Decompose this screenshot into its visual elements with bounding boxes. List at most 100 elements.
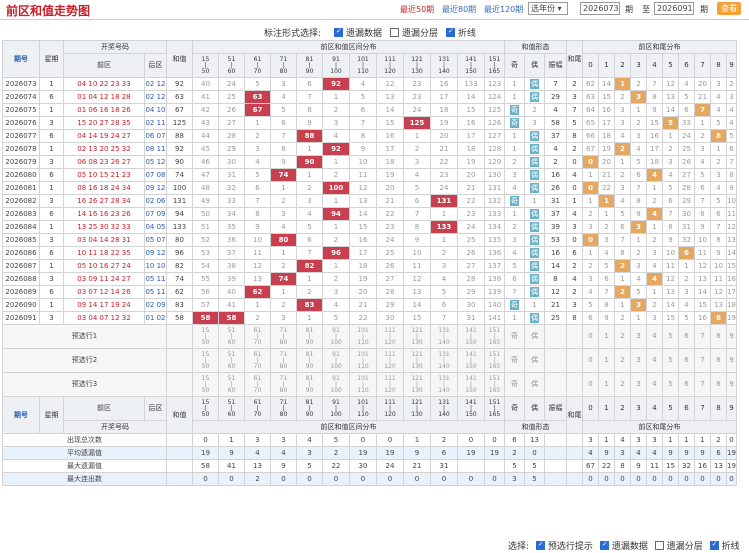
preview-tail-option[interactable]: 5: [662, 348, 679, 373]
preview-tail-option[interactable]: 4: [646, 372, 663, 397]
preview-tail-option[interactable]: 9: [726, 348, 737, 373]
preview-range-cell[interactable]: 121 | 130: [403, 372, 431, 397]
preview-tail-option[interactable]: 8: [710, 348, 727, 373]
preview-range-cell[interactable]: 121 | 130: [403, 348, 431, 373]
option-missing-data[interactable]: 遗漏数据: [334, 26, 382, 39]
preview-range-cell[interactable]: 131 | 140: [430, 372, 458, 397]
table-row[interactable]: 2026091 3 03 04 07 12 32 01 02 58 58 58 2 3 1 5 22 3…: [2, 311, 737, 325]
preview-range-cell[interactable]: 141 | 150: [457, 324, 485, 349]
preview-range-cell[interactable]: 131 | 140: [430, 324, 458, 349]
to-period-input[interactable]: 2026091: [654, 2, 694, 15]
preview-range-cell[interactable]: 51 | 60: [218, 372, 245, 397]
footer-option-line[interactable]: 折线: [709, 540, 740, 552]
table-row[interactable]: 2026082 3 16 26 27 28 34 02 06 131 49 33 7 2 3 1 13…: [2, 194, 737, 208]
preview-tail-option[interactable]: 6: [678, 348, 695, 373]
table-row[interactable]: 2026077 6 04 14 19 24 27 06 07 88 44 28 2 7 88 4 8 1…: [2, 129, 737, 143]
preview-tail-option[interactable]: 4: [646, 324, 663, 349]
footer-option-missing-data[interactable]: 遗漏数据: [599, 540, 648, 552]
preview-row[interactable]: 预选行2 15 | 50 51 | 60 61 | 70 71 | 80 81 | 90 91 | 100 101 | 1…: [2, 348, 737, 373]
preview-range-cell[interactable]: 111 | 120: [376, 348, 404, 373]
preview-tail-option[interactable]: 3: [630, 348, 647, 373]
table-row[interactable]: 2026078 1 02 13 20 25 32 08 11 92 45 29 3 8 1 92 9 1…: [2, 142, 737, 156]
preview-tail-option[interactable]: 6: [678, 324, 695, 349]
table-row[interactable]: 2026074 6 01 04 12 18 28 02 12 63 41 25 63 4 7 1 5 1…: [2, 90, 737, 104]
preview-range-cell[interactable]: 101 | 110: [349, 372, 377, 397]
checkbox-icon[interactable]: [599, 540, 609, 550]
preview-range-cell[interactable]: 51 | 60: [218, 324, 245, 349]
preview-tail-option[interactable]: 0: [582, 348, 599, 373]
preview-range-cell[interactable]: 151 | 165: [484, 348, 505, 373]
footer-option-preview[interactable]: 预选行提示: [535, 540, 593, 552]
preview-tail-option[interactable]: 2: [614, 372, 631, 397]
preview-tail-option[interactable]: 9: [726, 324, 737, 349]
preview-tail-option[interactable]: 5: [662, 372, 679, 397]
preview-range-cell[interactable]: 91 | 100: [322, 324, 350, 349]
table-row[interactable]: 2026089 6 03 07 12 14 26 05 11 62 56 40 62 1 2 3 20…: [2, 285, 737, 299]
preview-range-cell[interactable]: 61 | 70: [244, 372, 271, 397]
preview-tail-option[interactable]: 5: [662, 324, 679, 349]
preview-tail-option[interactable]: 1: [598, 324, 615, 349]
preview-range-cell[interactable]: 71 | 80: [270, 324, 297, 349]
query-button[interactable]: 查看: [717, 2, 741, 15]
year-select[interactable]: 选年份 ▾: [528, 2, 568, 15]
checkbox-icon[interactable]: [390, 28, 399, 37]
preview-range-cell[interactable]: 131 | 140: [430, 348, 458, 373]
preview-tail-option[interactable]: 0: [582, 372, 599, 397]
table-row[interactable]: 2026086 6 10 11 18 22 35 09 12 96 53 37 11 1 7 96 1…: [2, 246, 737, 260]
table-row[interactable]: 2026090 1 09 14 17 19 24 02 09 83 57 41 1 2 83 4 21…: [2, 298, 737, 312]
preview-tail-option[interactable]: 0: [582, 324, 599, 349]
preview-range-cell[interactable]: 111 | 120: [376, 324, 404, 349]
preview-even-cell[interactable]: 偶: [524, 372, 545, 397]
from-period-input[interactable]: 2026073: [580, 2, 620, 15]
preview-odd-cell[interactable]: 奇: [504, 372, 525, 397]
preview-even-cell[interactable]: 偶: [524, 324, 545, 349]
preview-range-cell[interactable]: 15 | 50: [192, 372, 219, 397]
preview-tail-option[interactable]: 2: [614, 324, 631, 349]
preview-even-cell[interactable]: 偶: [524, 348, 545, 373]
preview-range-cell[interactable]: 151 | 165: [484, 372, 505, 397]
preview-tail-option[interactable]: 2: [614, 348, 631, 373]
preview-tail-option[interactable]: 3: [630, 324, 647, 349]
table-row[interactable]: 2026076 3 15 20 27 28 35 02 11 125 43 27 1 6 9 3 7 1…: [2, 116, 737, 130]
checkbox-icon[interactable]: [654, 541, 664, 550]
preview-range-cell[interactable]: 121 | 130: [403, 324, 431, 349]
table-row[interactable]: 2026073 1 04 10 22 23 33 02 12 92 40 24 5 3 6 92 4 1…: [2, 77, 737, 91]
preview-range-cell[interactable]: 141 | 150: [457, 372, 485, 397]
preview-tail-option[interactable]: 6: [678, 372, 695, 397]
preview-tail-option[interactable]: 8: [710, 324, 727, 349]
preview-range-cell[interactable]: 81 | 90: [296, 324, 323, 349]
table-row[interactable]: 2026075 1 01 06 16 18 26 04 10 67 42 26 67 5 8 2 6 1…: [2, 103, 737, 117]
preview-range-cell[interactable]: 101 | 110: [349, 348, 377, 373]
preview-row[interactable]: 预选行3 15 | 50 51 | 60 61 | 70 71 | 80 81 | 90 91 | 100 101 | 1…: [2, 372, 737, 397]
preview-range-cell[interactable]: 111 | 120: [376, 372, 404, 397]
preview-range-cell[interactable]: 61 | 70: [244, 348, 271, 373]
table-row[interactable]: 2026085 3 03 04 14 28 31 05 07 80 52 36 10 80 6 2 1…: [2, 233, 737, 247]
preview-tail-option[interactable]: 4: [646, 348, 663, 373]
preview-range-cell[interactable]: 81 | 90: [296, 348, 323, 373]
footer-option-missing-layer[interactable]: 遗漏分层: [654, 541, 703, 552]
preview-range-cell[interactable]: 61 | 70: [244, 324, 271, 349]
preview-tail-option[interactable]: 8: [710, 372, 727, 397]
preview-range-cell[interactable]: 101 | 110: [349, 324, 377, 349]
recent-120-link[interactable]: 最近120期: [484, 4, 523, 15]
recent-50-link[interactable]: 最近50期: [400, 4, 434, 15]
table-row[interactable]: 2026081 1 08 16 18 24 34 09 12 100 48 32 6 1 2 100…: [2, 181, 737, 195]
preview-tail-option[interactable]: 9: [726, 372, 737, 397]
preview-range-cell[interactable]: 91 | 100: [322, 372, 350, 397]
preview-range-cell[interactable]: 51 | 60: [218, 348, 245, 373]
preview-odd-cell[interactable]: 奇: [504, 348, 525, 373]
preview-range-cell[interactable]: 71 | 80: [270, 348, 297, 373]
preview-range-cell[interactable]: 91 | 100: [322, 348, 350, 373]
preview-odd-cell[interactable]: 奇: [504, 324, 525, 349]
checkbox-icon[interactable]: [709, 540, 719, 550]
option-line[interactable]: 折线: [446, 26, 476, 39]
option-missing-layer[interactable]: 遗漏分层: [390, 26, 438, 39]
preview-tail-option[interactable]: 7: [694, 372, 711, 397]
preview-tail-option[interactable]: 1: [598, 372, 615, 397]
checkbox-icon[interactable]: [446, 27, 455, 37]
preview-tail-option[interactable]: 1: [598, 348, 615, 373]
preview-range-cell[interactable]: 71 | 80: [270, 372, 297, 397]
table-row[interactable]: 2026079 3 06 08 23 26 27 05 12 90 46 30 4 9 90 1 10…: [2, 155, 737, 169]
preview-range-cell[interactable]: 151 | 165: [484, 324, 505, 349]
table-row[interactable]: 2026087 1 05 10 16 27 24 10 10 82 54 38 12 2 82 1 1…: [2, 259, 737, 273]
